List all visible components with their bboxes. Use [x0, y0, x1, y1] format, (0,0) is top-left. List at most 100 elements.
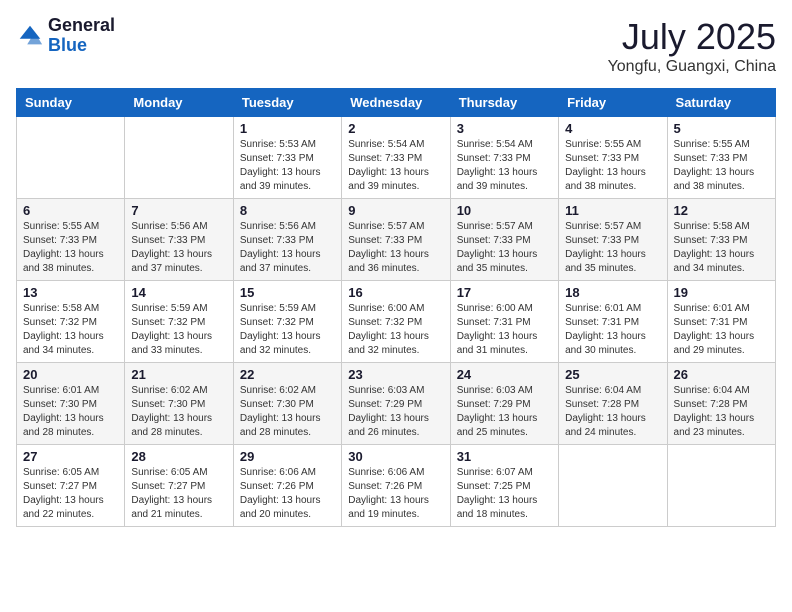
calendar-cell	[125, 117, 233, 199]
day-info: Sunrise: 6:05 AM Sunset: 7:27 PM Dayligh…	[131, 466, 226, 522]
calendar-cell: 16Sunrise: 6:00 AM Sunset: 7:32 PM Dayli…	[342, 281, 450, 363]
day-info: Sunrise: 5:54 AM Sunset: 7:33 PM Dayligh…	[348, 138, 443, 194]
logo: General Blue	[16, 16, 115, 56]
day-info: Sunrise: 6:04 AM Sunset: 7:28 PM Dayligh…	[674, 384, 769, 440]
day-of-week-header: Saturday	[667, 89, 775, 117]
calendar-cell: 9Sunrise: 5:57 AM Sunset: 7:33 PM Daylig…	[342, 199, 450, 281]
day-number: 28	[131, 449, 226, 464]
logo-general: General	[48, 16, 115, 36]
calendar-week-row: 20Sunrise: 6:01 AM Sunset: 7:30 PM Dayli…	[17, 363, 776, 445]
day-info: Sunrise: 6:03 AM Sunset: 7:29 PM Dayligh…	[348, 384, 443, 440]
day-info: Sunrise: 5:55 AM Sunset: 7:33 PM Dayligh…	[565, 138, 660, 194]
calendar-cell: 22Sunrise: 6:02 AM Sunset: 7:30 PM Dayli…	[233, 363, 341, 445]
calendar-cell: 6 Sunrise: 5:55 AM Sunset: 7:33 PM Daylig…	[17, 199, 125, 281]
day-info: Sunrise: 5:54 AM Sunset: 7:33 PM Dayligh…	[457, 138, 552, 194]
calendar-week-row: 1Sunrise: 5:53 AM Sunset: 7:33 PM Daylig…	[17, 117, 776, 199]
day-number: 24	[457, 367, 552, 382]
day-number: 7	[131, 203, 226, 218]
calendar-cell: 23 Sunrise: 6:03 AM Sunset: 7:29 PM Dayli…	[342, 363, 450, 445]
day-of-week-header: Tuesday	[233, 89, 341, 117]
calendar-cell: 11Sunrise: 5:57 AM Sunset: 7:33 PM Dayli…	[559, 199, 667, 281]
logo-text: General Blue	[48, 16, 115, 56]
day-of-week-header: Wednesday	[342, 89, 450, 117]
calendar-cell: 10Sunrise: 5:57 AM Sunset: 7:33 PM Dayli…	[450, 199, 558, 281]
calendar-cell: 3 Sunrise: 5:54 AM Sunset: 7:33 PM Daylig…	[450, 117, 558, 199]
calendar-cell: 5 Sunrise: 5:55 AM Sunset: 7:33 PM Daylig…	[667, 117, 775, 199]
day-info: Sunrise: 5:57 AM Sunset: 7:33 PM Dayligh…	[348, 220, 443, 276]
calendar-cell	[667, 445, 775, 527]
logo-blue: Blue	[48, 36, 115, 56]
day-info: Sunrise: 6:01 AM Sunset: 7:31 PM Dayligh…	[565, 302, 660, 358]
calendar-cell: 14 Sunrise: 5:59 AM Sunset: 7:32 PM Dayli…	[125, 281, 233, 363]
calendar-cell: 21 Sunrise: 6:02 AM Sunset: 7:30 PM Dayli…	[125, 363, 233, 445]
calendar-cell: 8 Sunrise: 5:56 AM Sunset: 7:33 PM Daylig…	[233, 199, 341, 281]
calendar-cell: 18 Sunrise: 6:01 AM Sunset: 7:31 PM Dayli…	[559, 281, 667, 363]
day-info: Sunrise: 6:06 AM Sunset: 7:26 PM Dayligh…	[240, 466, 335, 522]
day-of-week-header: Sunday	[17, 89, 125, 117]
calendar-cell: 4 Sunrise: 5:55 AM Sunset: 7:33 PM Daylig…	[559, 117, 667, 199]
day-number: 19	[674, 285, 769, 300]
day-info: Sunrise: 5:59 AM Sunset: 7:32 PM Dayligh…	[240, 302, 335, 358]
calendar-cell: 30 Sunrise: 6:06 AM Sunset: 7:26 PM Dayli…	[342, 445, 450, 527]
day-info: Sunrise: 6:03 AM Sunset: 7:29 PM Dayligh…	[457, 384, 552, 440]
day-number: 2	[348, 121, 443, 136]
location-title: Yongfu, Guangxi, China	[608, 58, 776, 76]
day-number: 15	[240, 285, 335, 300]
day-info: Sunrise: 5:58 AM Sunset: 7:32 PM Dayligh…	[23, 302, 118, 358]
day-info: Sunrise: 6:02 AM Sunset: 7:30 PM Dayligh…	[240, 384, 335, 440]
days-of-week-row: SundayMondayTuesdayWednesdayThursdayFrid…	[17, 89, 776, 117]
day-number: 25	[565, 367, 660, 382]
calendar-table: SundayMondayTuesdayWednesdayThursdayFrid…	[16, 88, 776, 527]
calendar-week-row: 6 Sunrise: 5:55 AM Sunset: 7:33 PM Daylig…	[17, 199, 776, 281]
day-info: Sunrise: 5:59 AM Sunset: 7:32 PM Dayligh…	[131, 302, 226, 358]
calendar-cell: 17 Sunrise: 6:00 AM Sunset: 7:31 PM Dayli…	[450, 281, 558, 363]
logo-icon	[16, 22, 44, 50]
day-info: Sunrise: 6:04 AM Sunset: 7:28 PM Dayligh…	[565, 384, 660, 440]
day-number: 16	[348, 285, 443, 300]
day-number: 31	[457, 449, 552, 464]
calendar-header: SundayMondayTuesdayWednesdayThursdayFrid…	[17, 89, 776, 117]
day-info: Sunrise: 6:01 AM Sunset: 7:31 PM Dayligh…	[674, 302, 769, 358]
day-number: 18	[565, 285, 660, 300]
day-number: 30	[348, 449, 443, 464]
day-number: 5	[674, 121, 769, 136]
day-number: 12	[674, 203, 769, 218]
calendar-cell: 31 Sunrise: 6:07 AM Sunset: 7:25 PM Dayli…	[450, 445, 558, 527]
calendar-cell: 15 Sunrise: 5:59 AM Sunset: 7:32 PM Dayli…	[233, 281, 341, 363]
day-info: Sunrise: 6:07 AM Sunset: 7:25 PM Dayligh…	[457, 466, 552, 522]
day-of-week-header: Monday	[125, 89, 233, 117]
calendar-week-row: 13Sunrise: 5:58 AM Sunset: 7:32 PM Dayli…	[17, 281, 776, 363]
day-number: 3	[457, 121, 552, 136]
calendar-cell: 7Sunrise: 5:56 AM Sunset: 7:33 PM Daylig…	[125, 199, 233, 281]
day-number: 4	[565, 121, 660, 136]
day-number: 14	[131, 285, 226, 300]
calendar-cell: 24 Sunrise: 6:03 AM Sunset: 7:29 PM Dayli…	[450, 363, 558, 445]
day-number: 27	[23, 449, 118, 464]
calendar-cell: 13Sunrise: 5:58 AM Sunset: 7:32 PM Dayli…	[17, 281, 125, 363]
day-info: Sunrise: 6:02 AM Sunset: 7:30 PM Dayligh…	[131, 384, 226, 440]
calendar-cell: 12Sunrise: 5:58 AM Sunset: 7:33 PM Dayli…	[667, 199, 775, 281]
day-info: Sunrise: 6:00 AM Sunset: 7:31 PM Dayligh…	[457, 302, 552, 358]
day-number: 6	[23, 203, 118, 218]
day-info: Sunrise: 5:55 AM Sunset: 7:33 PM Dayligh…	[674, 138, 769, 194]
calendar-week-row: 27 Sunrise: 6:05 AM Sunset: 7:27 PM Dayli…	[17, 445, 776, 527]
calendar-cell	[559, 445, 667, 527]
title-block: July 2025 Yongfu, Guangxi, China	[608, 16, 776, 76]
day-number: 1	[240, 121, 335, 136]
day-info: Sunrise: 5:55 AM Sunset: 7:33 PM Dayligh…	[23, 220, 118, 276]
calendar-cell: 19 Sunrise: 6:01 AM Sunset: 7:31 PM Dayli…	[667, 281, 775, 363]
day-number: 23	[348, 367, 443, 382]
calendar-cell: 27 Sunrise: 6:05 AM Sunset: 7:27 PM Dayli…	[17, 445, 125, 527]
calendar-cell: 26Sunrise: 6:04 AM Sunset: 7:28 PM Dayli…	[667, 363, 775, 445]
calendar-cell: 28 Sunrise: 6:05 AM Sunset: 7:27 PM Dayli…	[125, 445, 233, 527]
calendar-cell: 20Sunrise: 6:01 AM Sunset: 7:30 PM Dayli…	[17, 363, 125, 445]
calendar-cell: 29Sunrise: 6:06 AM Sunset: 7:26 PM Dayli…	[233, 445, 341, 527]
day-number: 17	[457, 285, 552, 300]
day-number: 11	[565, 203, 660, 218]
day-number: 21	[131, 367, 226, 382]
day-number: 8	[240, 203, 335, 218]
day-info: Sunrise: 6:05 AM Sunset: 7:27 PM Dayligh…	[23, 466, 118, 522]
day-info: Sunrise: 5:56 AM Sunset: 7:33 PM Dayligh…	[240, 220, 335, 276]
day-info: Sunrise: 6:06 AM Sunset: 7:26 PM Dayligh…	[348, 466, 443, 522]
day-of-week-header: Friday	[559, 89, 667, 117]
